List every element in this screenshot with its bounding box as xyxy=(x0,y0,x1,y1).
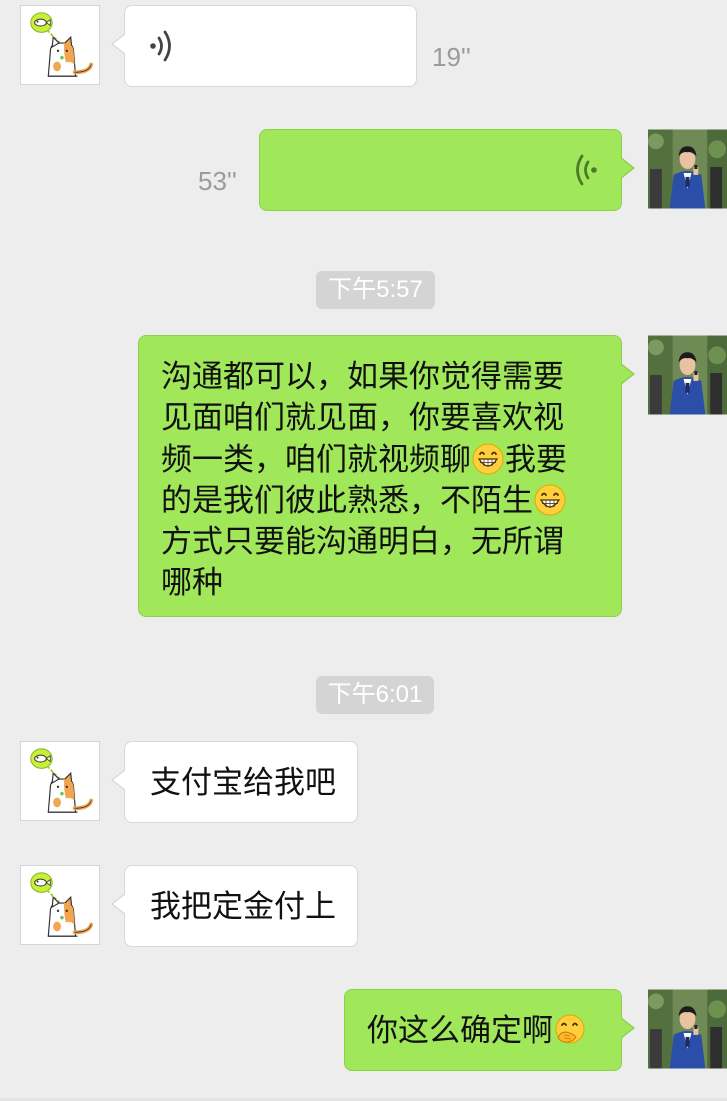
chat-timestamp: 下午5:57 xyxy=(316,271,435,309)
text-message-bubble[interactable]: 支付宝给我吧 xyxy=(111,741,358,823)
message-line: 见面咱们就见面，你要喜欢视 xyxy=(161,400,564,437)
chat-timestamp: 下午6:01 xyxy=(316,676,434,714)
cat-avatar-image xyxy=(21,742,99,820)
man-avatar-image xyxy=(648,129,727,209)
contact-avatar[interactable] xyxy=(20,5,100,85)
message-line: 沟通都可以，如果你觉得需要 xyxy=(161,359,564,395)
voice-wave-icon xyxy=(576,154,597,186)
text-message-bubble[interactable]: 我把定金付上 xyxy=(111,865,358,947)
message-text: 支付宝给我吧 xyxy=(150,765,336,801)
my-avatar[interactable] xyxy=(648,129,727,209)
message-line: 哪种 xyxy=(161,565,223,602)
text-message-bubble[interactable]: 沟通都可以，如果你觉得需要 见面咱们就见面，你要喜欢视 频一类，咱们就视频聊 我要… xyxy=(138,335,635,617)
man-avatar-image xyxy=(648,335,727,415)
voice-message-bubble[interactable] xyxy=(111,5,417,87)
face-with-hand-over-mouth-emoji xyxy=(554,1014,586,1046)
grinning-face-emoji xyxy=(534,484,566,516)
cat-avatar-image xyxy=(21,866,99,944)
message-line: 频一类，咱们就视频聊 我要 xyxy=(161,441,567,478)
voice-duration: 19'' xyxy=(432,42,471,72)
voice-duration: 53'' xyxy=(198,166,237,196)
voice-wave-icon xyxy=(150,30,171,62)
message-text: 我把定金付上 xyxy=(150,889,336,925)
man-avatar-image xyxy=(648,989,727,1069)
message-line: 的是我们彼此熟悉，不陌生 xyxy=(161,481,599,522)
contact-avatar[interactable] xyxy=(20,865,100,945)
text-message-bubble[interactable]: 你这么确定啊 xyxy=(344,989,635,1071)
contact-avatar[interactable] xyxy=(20,741,100,821)
voice-message-bubble[interactable] xyxy=(259,129,635,211)
my-avatar[interactable] xyxy=(648,335,727,415)
grinning-face-emoji xyxy=(472,443,504,475)
message-line: 方式只要能沟通明白，无所谓 xyxy=(161,524,564,561)
cat-avatar-image xyxy=(21,6,99,84)
my-avatar[interactable] xyxy=(648,989,727,1069)
message-text: 你这么确定啊 xyxy=(367,1013,553,1049)
